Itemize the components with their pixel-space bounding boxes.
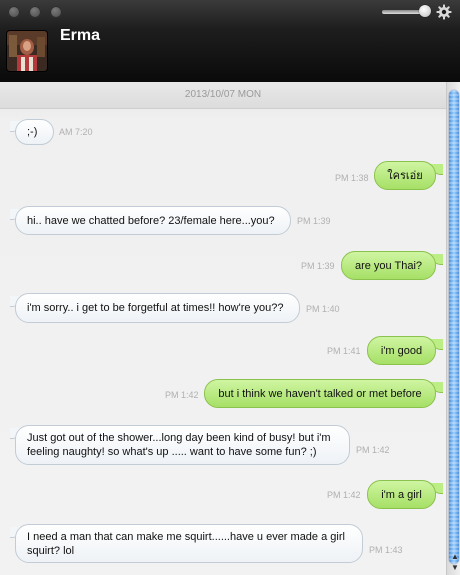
- chat-header: Erma: [0, 0, 460, 82]
- message-timestamp: PM 1:43: [369, 545, 403, 555]
- incoming-message-bubble[interactable]: hi.. have we chatted before? 23/female h…: [15, 206, 291, 235]
- outgoing-message-bubble[interactable]: are you Thai?: [341, 251, 436, 280]
- message-text: ใครเอ่ย: [387, 169, 423, 182]
- vertical-scrollbar[interactable]: [446, 82, 460, 575]
- message-timestamp: PM 1:41: [327, 346, 361, 356]
- message-text: i'm good: [380, 344, 423, 357]
- message-text: hi.. have we chatted before? 23/female h…: [27, 214, 275, 227]
- avatar[interactable]: [7, 31, 47, 71]
- date-separator: 2013/10/07 MON: [0, 82, 446, 109]
- message-text: i'm sorry.. i get to be forgetful at tim…: [27, 302, 284, 314]
- gear-icon[interactable]: [436, 4, 452, 20]
- contact-name: Erma: [60, 27, 101, 44]
- outgoing-message-bubble[interactable]: i'm good: [367, 336, 436, 365]
- chat-log[interactable]: 2013/10/07 MON ;-) AM 7:20 ใครเอ่ย PM 1:…: [0, 82, 446, 575]
- message-text: i'm a girl: [381, 488, 422, 501]
- message-text: but i think we haven't talked or met bef…: [218, 387, 422, 400]
- outgoing-message-bubble[interactable]: i'm a girl: [367, 480, 436, 509]
- scrollbar-thumb[interactable]: [449, 90, 459, 564]
- outgoing-message-bubble[interactable]: but i think we haven't talked or met bef…: [204, 379, 436, 408]
- message-text: Just got out of the shower...long day be…: [27, 432, 331, 458]
- message-timestamp: PM 1:42: [356, 445, 390, 455]
- contact-avatar-photo: [7, 31, 47, 71]
- message-timestamp: PM 1:42: [327, 490, 361, 500]
- message-text: are you Thai?: [354, 259, 423, 272]
- message-text: ;-): [27, 126, 38, 138]
- close-window-icon[interactable]: [8, 6, 20, 18]
- message-text: I need a man that can make me squirt....…: [27, 530, 345, 557]
- volume-slider-knob[interactable]: [419, 5, 431, 17]
- scroll-down-arrow-icon[interactable]: ▼: [451, 563, 459, 572]
- incoming-message-bubble[interactable]: ;-): [15, 119, 54, 145]
- message-timestamp: PM 1:39: [297, 216, 331, 226]
- incoming-message-bubble[interactable]: Just got out of the shower...long day be…: [15, 425, 350, 465]
- incoming-message-bubble[interactable]: i'm sorry.. i get to be forgetful at tim…: [15, 293, 300, 323]
- incoming-message-bubble[interactable]: I need a man that can make me squirt....…: [15, 524, 363, 563]
- message-timestamp: PM 1:40: [306, 304, 340, 314]
- date-separator-label: 2013/10/07 MON: [184, 89, 262, 100]
- scroll-up-arrow-icon[interactable]: ▲: [451, 552, 459, 561]
- message-timestamp: PM 1:39: [301, 261, 335, 271]
- minimize-window-icon[interactable]: [29, 6, 41, 18]
- message-timestamp: PM 1:38: [335, 173, 369, 183]
- maximize-window-icon[interactable]: [50, 6, 62, 18]
- message-timestamp: AM 7:20: [59, 127, 93, 137]
- outgoing-message-bubble[interactable]: ใครเอ่ย: [374, 161, 436, 190]
- message-timestamp: PM 1:42: [165, 390, 199, 400]
